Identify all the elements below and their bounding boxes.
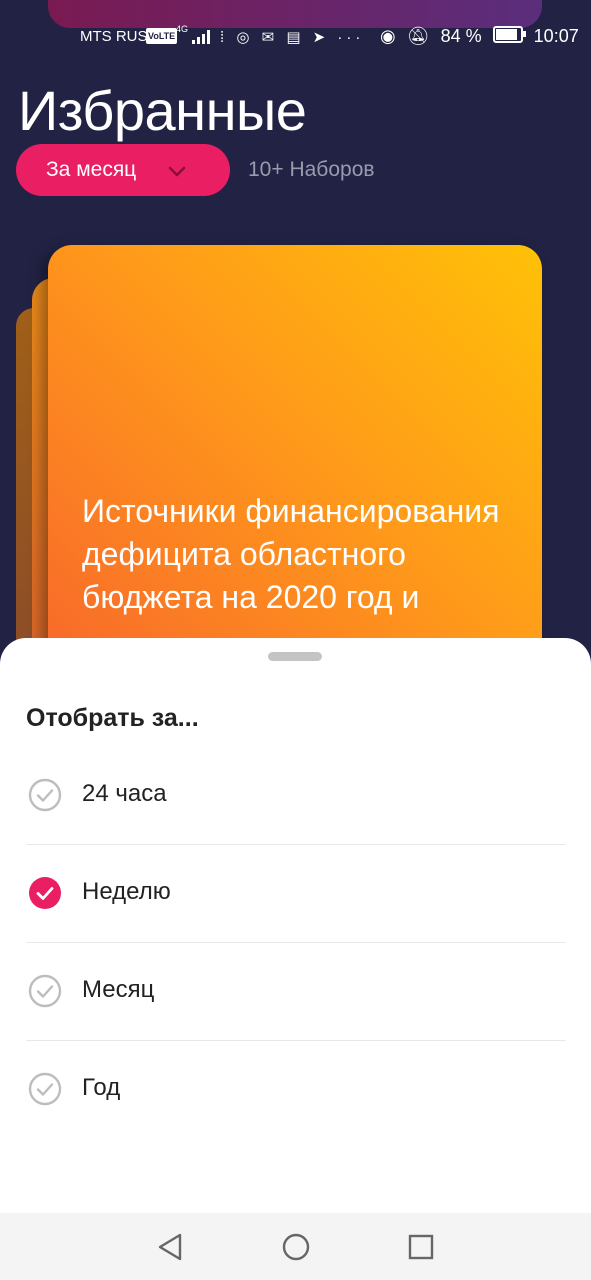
sheet-title: Отобрать за... <box>26 704 199 732</box>
option-label: 24 часа <box>82 780 167 807</box>
option-label: Неделю <box>82 878 171 905</box>
eye-icon: ◉ <box>380 26 396 46</box>
battery-percent: 84 % <box>440 26 482 46</box>
home-circle-icon[interactable] <box>281 1232 311 1262</box>
back-triangle-icon[interactable] <box>156 1232 184 1262</box>
check-circle-outline-icon <box>28 974 62 1008</box>
option-week[interactable]: Неделю <box>26 844 566 943</box>
option-label: Год <box>82 1074 121 1101</box>
dataset-card-title: Источники финансирования дефицита област… <box>82 493 500 615</box>
check-circle-outline-icon <box>28 1072 62 1106</box>
check-circle-outline-icon <box>28 778 62 812</box>
page-title: Избранные <box>18 79 307 142</box>
period-filter-label: За месяц <box>46 158 137 181</box>
option-24-hours[interactable]: 24 часа <box>26 746 566 845</box>
chevron-down-icon <box>168 166 186 177</box>
signal-icon <box>192 30 210 44</box>
volte-icon: VoLTE <box>146 28 178 44</box>
clock: 10:07 <box>533 26 579 46</box>
system-navigation-bar <box>0 1213 591 1280</box>
network-type: 4G <box>176 24 189 34</box>
bell-off-icon: 🔕︎ <box>406 26 430 46</box>
notification-icons: ⁞ ◎ ✉ ▤ ➤ ··· <box>220 29 365 46</box>
dataset-card[interactable]: Источники финансирования дефицита област… <box>48 245 542 705</box>
status-bar: MTS RUS VoLTE 4G ⁞ ◎ ✉ ▤ ➤ ··· ◉ 🔕︎ 84 %… <box>0 18 591 56</box>
recents-square-icon[interactable] <box>407 1232 435 1262</box>
filter-bottom-sheet: Отобрать за... 24 часа Неделю Месяц Год <box>0 638 591 1280</box>
battery-icon <box>492 26 526 43</box>
option-year[interactable]: Год <box>26 1040 566 1138</box>
option-month[interactable]: Месяц <box>26 942 566 1041</box>
check-circle-filled-icon <box>29 877 61 909</box>
option-label: Месяц <box>82 976 155 1003</box>
carrier-name: MTS RUS <box>80 28 148 45</box>
sets-count: 10+ Наборов <box>248 158 375 181</box>
sheet-drag-handle[interactable] <box>268 652 322 661</box>
period-filter-button[interactable]: За месяц <box>16 144 230 196</box>
status-right: ◉ 🔕︎ 84 % 10:07 <box>380 26 585 47</box>
